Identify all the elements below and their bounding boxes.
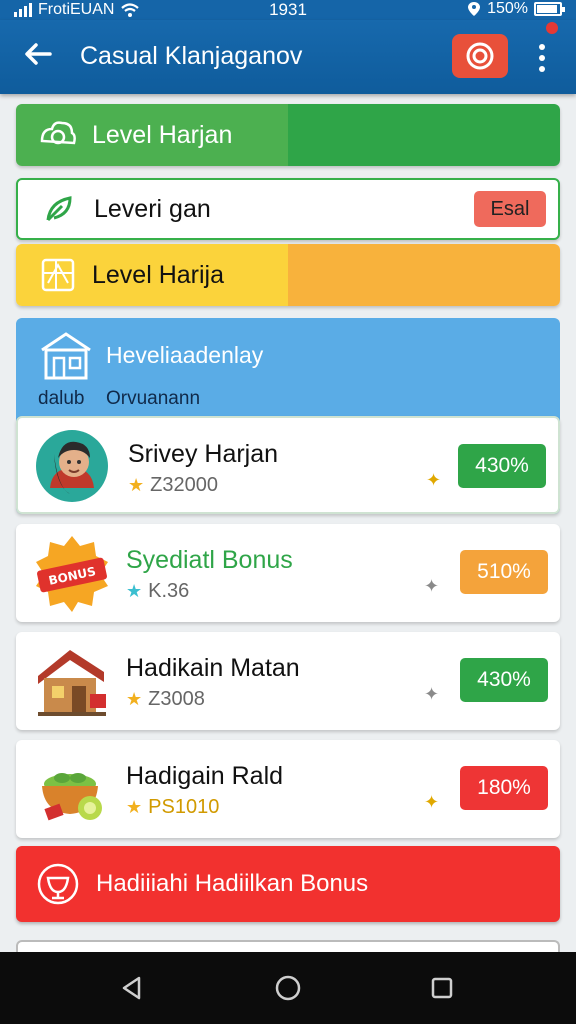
chevron-icon: ✦ (426, 470, 442, 490)
item-title: Syediatl Bonus (126, 546, 293, 574)
gift-icon (36, 862, 80, 906)
location-icon (468, 2, 481, 16)
panel-title: Heveliaadenlay (106, 342, 264, 368)
target-icon (466, 42, 494, 70)
star-icon: ★ (126, 581, 143, 601)
status-bar: FrotiEUAN 1931 150% (0, 0, 576, 20)
level-label: Level Harija (92, 260, 225, 289)
chevron-icon: ✦ (424, 576, 440, 596)
percent-badge[interactable]: 430% (458, 444, 546, 488)
level-row-3[interactable]: Level Harija (16, 244, 560, 306)
app-bar: Casual Klanjaganov (0, 20, 576, 94)
item-value: Z32000 (150, 474, 218, 496)
more-menu-button[interactable] (528, 40, 556, 76)
chevron-icon: ✦ (424, 684, 440, 704)
level-badge[interactable]: Esal (474, 191, 546, 227)
star-icon: ★ (128, 475, 145, 495)
item-title: Srivey Harjan (128, 440, 279, 468)
nav-recents-icon (431, 977, 453, 999)
house-icon (41, 332, 91, 380)
chevron-icon: ✦ (424, 792, 440, 812)
level-label: Leveri gan (94, 194, 211, 223)
system-nav-bar (0, 952, 576, 1024)
percent-badge[interactable]: 510% (460, 550, 548, 594)
nav-home-button[interactable] (272, 972, 304, 1004)
level-row-1[interactable]: Level Harjan (16, 104, 560, 166)
item-subtitle: ★ K.36 (126, 580, 189, 603)
level-row-2[interactable]: Leveri gan Esal (16, 178, 560, 240)
avatar-icon (34, 428, 114, 506)
item-subtitle: ★ PS1010 (126, 796, 219, 819)
item-value: K.36 (148, 580, 190, 602)
list-item[interactable]: Hadikain Matan ★ Z3008 ✦ 430% (16, 632, 560, 730)
nav-back-button[interactable] (116, 972, 148, 1004)
item-title: Hadikain Matan (126, 654, 300, 682)
house-icon (32, 642, 112, 720)
nav-back-icon (122, 976, 141, 1000)
item-value: Z3008 (148, 688, 205, 710)
star-icon: ★ (126, 689, 143, 709)
item-subtitle: ★ Z32000 (128, 474, 218, 497)
list-item[interactable]: Srivey Harjan ★ Z32000 ✦ 430% (16, 416, 560, 514)
battery-label: 150% (487, 0, 528, 17)
list-item[interactable]: Hadigain Rald ★ PS1010 ✦ 180% (16, 740, 560, 838)
badge-icon: BONUS (32, 534, 112, 612)
percent-badge[interactable]: 180% (460, 766, 548, 810)
panel-subtitle-b: Orvuanann (106, 388, 201, 409)
nav-home-icon (275, 975, 301, 1001)
item-title: Hadigain Rald (126, 762, 284, 790)
percent-badge[interactable]: 430% (460, 658, 548, 702)
list-item[interactable]: BONUS Syediatl Bonus ★ K.36 ✦ 510% (16, 524, 560, 622)
back-button[interactable] (22, 38, 58, 74)
bonus-label: Hadiiiahi Hadiilkan Bonus (96, 870, 369, 897)
target-button[interactable] (452, 34, 508, 78)
status-right: 150% (467, 0, 565, 18)
star-icon: ★ (126, 797, 143, 817)
panel-subtitle-a: dalub (38, 388, 85, 409)
app-title: Casual Klanjaganov (80, 42, 303, 70)
battery-icon (534, 2, 565, 16)
back-arrow-icon (25, 43, 52, 65)
leaf-icon (40, 189, 80, 229)
item-subtitle: ★ Z3008 (126, 688, 205, 711)
hub-icon (38, 115, 78, 155)
item-value: PS1010 (148, 796, 220, 818)
gift-icon (32, 750, 112, 828)
level-label: Level Harjan (92, 120, 233, 149)
bonus-button[interactable]: Hadiiiahi Hadiilkan Bonus (16, 846, 560, 922)
notification-dot (546, 22, 558, 34)
nav-recents-button[interactable] (426, 972, 458, 1004)
map-icon (38, 255, 78, 295)
